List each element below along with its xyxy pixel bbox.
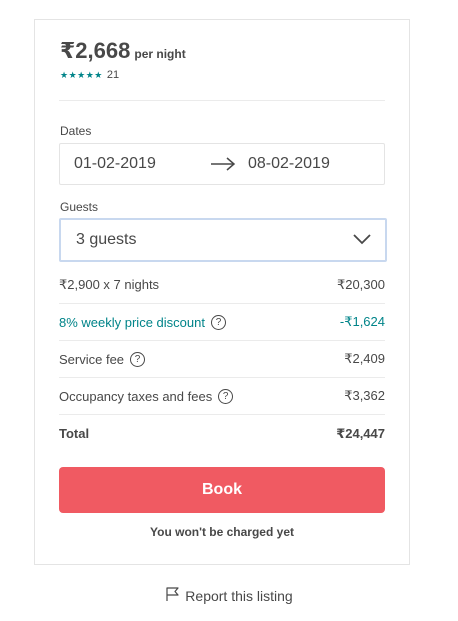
taxes-label-wrap: Occupancy taxes and fees ? — [59, 388, 234, 404]
taxes-label: Occupancy taxes and fees — [59, 388, 213, 404]
nights-label: ₹2,900 x 7 nights — [59, 277, 160, 292]
nights-value: ₹20,300 — [336, 277, 385, 292]
taxes-row: Occupancy taxes and fees ? ₹3,362 — [59, 378, 385, 415]
per-night-label: per night — [134, 47, 186, 61]
help-icon[interactable]: ? — [218, 388, 234, 404]
price-row: ₹2,668 per night — [60, 38, 186, 64]
help-icon[interactable]: ? — [130, 351, 146, 367]
star-rating-icon: ★★★★★ — [60, 69, 103, 80]
review-count: 21 — [106, 69, 120, 81]
service-fee-row: Service fee ? ₹2,409 — [59, 341, 385, 378]
report-listing-label: Report this listing — [185, 587, 293, 604]
taxes-value: ₹3,362 — [344, 388, 385, 403]
nightly-price: ₹2,668 — [60, 38, 131, 63]
total-row: Total ₹24,447 — [59, 415, 385, 452]
charge-note: You won't be charged yet — [150, 525, 294, 539]
guests-value: 3 guests — [76, 231, 137, 248]
total-label: Total — [59, 426, 90, 441]
service-fee-label: Service fee — [59, 351, 125, 367]
check-in-date[interactable]: 01-02-2019 — [74, 155, 156, 173]
discount-value: -₹1,624 — [339, 314, 385, 329]
discount-label-wrap: 8% weekly price discount ? — [59, 314, 226, 330]
rating[interactable]: ★★★★★ 21 — [60, 69, 119, 81]
guests-select[interactable]: 3 guests — [59, 218, 387, 262]
flag-icon — [165, 586, 185, 605]
discount-label: 8% weekly price discount — [59, 314, 205, 330]
dates-picker[interactable]: 01-02-2019 08-02-2019 — [59, 143, 385, 185]
divider — [59, 100, 385, 101]
book-button[interactable]: Book — [59, 467, 385, 513]
chevron-down-icon — [353, 232, 371, 251]
dates-label: Dates — [60, 124, 92, 138]
discount-row: 8% weekly price discount ? -₹1,624 — [59, 304, 385, 341]
check-out-date[interactable]: 08-02-2019 — [248, 155, 330, 173]
booking-card: ₹2,668 per night ★★★★★ 21 Dates 01-02-20… — [34, 19, 410, 565]
price-breakdown: ₹2,900 x 7 nights ₹20,300 8% weekly pric… — [59, 267, 385, 452]
guests-label: Guests — [60, 200, 99, 214]
total-value: ₹24,447 — [336, 425, 385, 441]
report-listing-link[interactable]: Report this listing — [0, 586, 458, 605]
service-fee-value: ₹2,409 — [344, 351, 385, 366]
nights-row: ₹2,900 x 7 nights ₹20,300 — [59, 267, 385, 304]
help-icon[interactable]: ? — [210, 314, 226, 330]
arrow-right-icon — [210, 157, 236, 176]
service-label-wrap: Service fee ? — [59, 351, 146, 367]
